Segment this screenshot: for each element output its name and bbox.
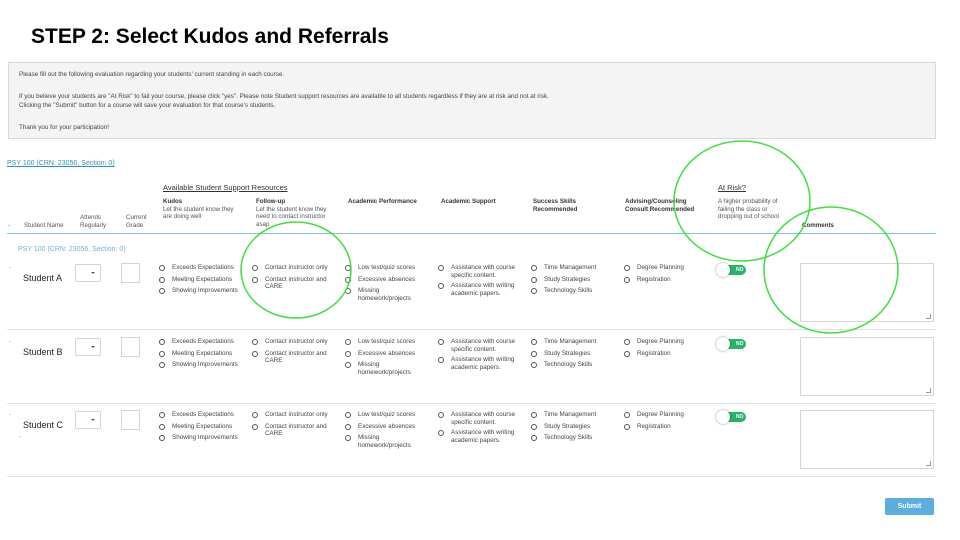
submit-button[interactable]: Submit xyxy=(885,498,934,515)
annotation-overlay xyxy=(240,140,899,334)
annotation-circle-followup xyxy=(240,221,352,319)
annotation-circle-at-risk xyxy=(673,140,811,262)
annotation-circle-comments xyxy=(763,206,899,334)
